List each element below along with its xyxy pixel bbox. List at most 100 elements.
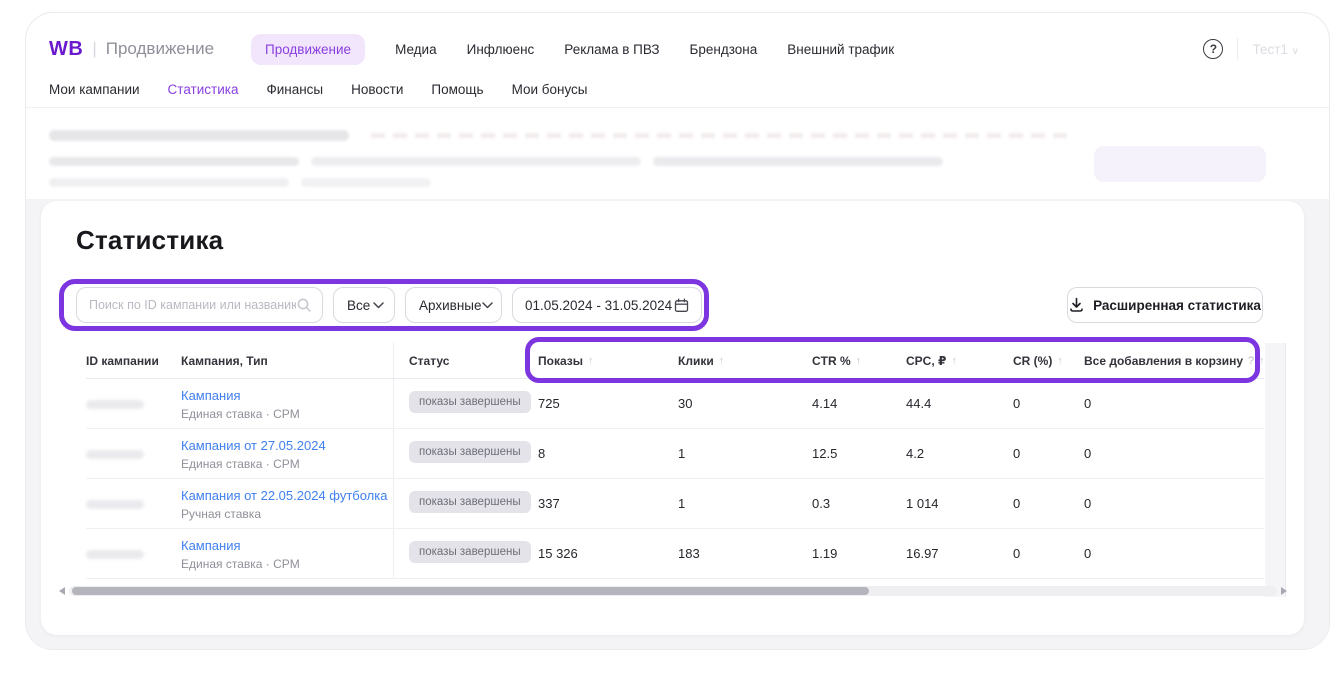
banner-action-button[interactable] bbox=[1094, 146, 1266, 182]
banner-dashed-line bbox=[371, 133, 1071, 138]
product-name: Продвижение bbox=[106, 39, 214, 59]
subnav-item-my-campaigns[interactable]: Мои кампании bbox=[49, 82, 140, 97]
search-input[interactable] bbox=[89, 298, 296, 312]
main-nav: Продвижение Медиа Инфлюенс Реклама в ПВЗ… bbox=[251, 34, 894, 65]
dropdown-archive[interactable]: Архивные bbox=[405, 287, 502, 323]
column-header-status: Статус bbox=[393, 343, 538, 378]
table-row: Кампания от 27.05.2024 Единая ставка · C… bbox=[86, 429, 1264, 479]
views-value: 725 bbox=[538, 379, 678, 428]
ctr-value: 4.14 bbox=[812, 379, 906, 428]
subnav-item-bonuses[interactable]: Мои бонусы bbox=[512, 82, 588, 97]
clicks-value: 1 bbox=[678, 429, 812, 478]
horizontal-scrollbar-track[interactable] bbox=[69, 586, 1277, 596]
campaign-link[interactable]: Кампания от 27.05.2024 bbox=[181, 438, 326, 453]
campaign-id-blurred bbox=[86, 529, 181, 578]
app-window: WB | Продвижение Продвижение Медиа Инфлю… bbox=[25, 12, 1330, 650]
status-badge: показы завершены bbox=[409, 541, 531, 563]
campaign-cell: Кампания от 27.05.2024 Единая ставка · C… bbox=[181, 429, 393, 478]
sort-arrow-icon: ↑ bbox=[1057, 355, 1063, 367]
filters-row: Все Архивные 01.05.2024 - 31.05.2024 bbox=[41, 287, 1304, 323]
subnav-item-finances[interactable]: Финансы bbox=[266, 82, 323, 97]
column-header-cpc[interactable]: CPC, ₽ ↑ bbox=[906, 343, 1013, 378]
date-range-picker[interactable]: 01.05.2024 - 31.05.2024 bbox=[512, 287, 702, 323]
cart-value: 0 bbox=[1084, 529, 1264, 578]
banner-blurred-text-line bbox=[49, 178, 289, 187]
sort-arrow-icon: ↑ bbox=[588, 355, 594, 367]
status-cell: показы завершены bbox=[393, 429, 538, 478]
column-header-campaign-type: Кампания, Тип bbox=[181, 343, 393, 378]
date-range-value: 01.05.2024 - 31.05.2024 bbox=[525, 298, 672, 313]
cr-value: 0 bbox=[1013, 429, 1084, 478]
column-header-cr[interactable]: CR (%) ↑ bbox=[1013, 343, 1084, 378]
scroll-right-arrow-icon[interactable] bbox=[1281, 587, 1287, 595]
clicks-value: 183 bbox=[678, 529, 812, 578]
cart-value: 0 bbox=[1084, 379, 1264, 428]
download-icon bbox=[1069, 297, 1084, 313]
campaign-link[interactable]: Кампания bbox=[181, 538, 241, 553]
search-field[interactable] bbox=[76, 287, 323, 323]
sort-arrow-icon: ↑ bbox=[1259, 355, 1265, 367]
help-tooltip-icon[interactable]: ? bbox=[1248, 355, 1254, 367]
scroll-left-arrow-icon[interactable] bbox=[59, 587, 65, 595]
ctr-value: 1.19 bbox=[812, 529, 906, 578]
nav-item-promotion[interactable]: Продвижение bbox=[251, 34, 365, 65]
column-header-views[interactable]: Показы ↑ bbox=[538, 343, 678, 378]
campaign-cell: Кампания Единая ставка · CPM bbox=[181, 529, 393, 578]
campaign-type: Ручная ставка bbox=[181, 507, 393, 521]
status-badge: показы завершены bbox=[409, 441, 531, 463]
chevron-down-icon bbox=[482, 302, 493, 309]
dropdown-all[interactable]: Все bbox=[333, 287, 395, 323]
faded-banner bbox=[26, 108, 1329, 199]
nav-item-pvz-ads[interactable]: Реклама в ПВЗ bbox=[564, 42, 659, 57]
nav-item-media[interactable]: Медиа bbox=[395, 42, 437, 57]
subnav-item-help[interactable]: Помощь bbox=[431, 82, 483, 97]
column-header-cart-additions[interactable]: Все добавления в корзину ? ↑ bbox=[1084, 343, 1264, 378]
views-value: 15 326 bbox=[538, 529, 678, 578]
horizontal-scrollbar-thumb[interactable] bbox=[72, 587, 869, 595]
top-right-controls: ? Тест1 ∨ bbox=[1203, 38, 1299, 60]
subnav-item-statistics[interactable]: Статистика bbox=[168, 82, 239, 97]
nav-item-external-traffic[interactable]: Внешний трафик bbox=[787, 42, 894, 57]
logo-divider: | bbox=[92, 39, 96, 59]
search-icon bbox=[296, 297, 312, 313]
sort-arrow-icon: ↑ bbox=[719, 355, 725, 367]
cr-value: 0 bbox=[1013, 379, 1084, 428]
user-menu[interactable]: Тест1 ∨ bbox=[1252, 42, 1299, 57]
dropdown-archive-value: Архивные bbox=[419, 298, 482, 313]
cart-value: 0 bbox=[1084, 479, 1264, 528]
extended-statistics-button[interactable]: Расширенная статистика bbox=[1067, 287, 1263, 323]
nav-item-influence[interactable]: Инфлюенс bbox=[467, 42, 535, 57]
campaign-cell: Кампания от 22.05.2024 футболка Ручная с… bbox=[181, 479, 393, 528]
table-row: Кампания от 22.05.2024 футболка Ручная с… bbox=[86, 479, 1264, 529]
content-area: Статистика Все Архивные bbox=[26, 199, 1329, 650]
subnav-item-news[interactable]: Новости bbox=[351, 82, 403, 97]
cpc-value: 4.2 bbox=[906, 429, 1013, 478]
nav-item-brandzone[interactable]: Брендзона bbox=[690, 42, 758, 57]
help-icon[interactable]: ? bbox=[1203, 39, 1223, 59]
status-badge: показы завершены bbox=[409, 491, 531, 513]
vertical-scrollbar-track[interactable] bbox=[1265, 343, 1286, 597]
campaign-type: Единая ставка · CPM bbox=[181, 407, 393, 421]
extended-statistics-label: Расширенная статистика bbox=[1093, 298, 1261, 313]
banner-blurred-text-line bbox=[301, 178, 431, 187]
column-header-clicks[interactable]: Клики ↑ bbox=[678, 343, 812, 378]
campaign-link[interactable]: Кампания bbox=[181, 388, 241, 403]
campaign-type: Единая ставка · CPM bbox=[181, 457, 393, 471]
campaign-link[interactable]: Кампания от 22.05.2024 футболка bbox=[181, 488, 387, 503]
column-header-ctr[interactable]: CTR % ↑ bbox=[812, 343, 906, 378]
cart-value: 0 bbox=[1084, 429, 1264, 478]
chevron-down-icon: ∨ bbox=[1292, 46, 1299, 57]
status-badge: показы завершены bbox=[409, 391, 531, 413]
brand-mark: WB bbox=[49, 38, 83, 61]
cr-value: 0 bbox=[1013, 529, 1084, 578]
ctr-value: 0.3 bbox=[812, 479, 906, 528]
table-row: Кампания Единая ставка · CPM показы заве… bbox=[86, 379, 1264, 429]
clicks-value: 30 bbox=[678, 379, 812, 428]
banner-blurred-text-line bbox=[49, 157, 299, 166]
cpc-value: 16.97 bbox=[906, 529, 1013, 578]
banner-blurred-text-line bbox=[653, 157, 943, 166]
page-title: Статистика bbox=[76, 225, 223, 256]
status-cell: показы завершены bbox=[393, 379, 538, 428]
top-bar: WB | Продвижение Продвижение Медиа Инфлю… bbox=[26, 13, 1329, 71]
status-cell: показы завершены bbox=[393, 479, 538, 528]
